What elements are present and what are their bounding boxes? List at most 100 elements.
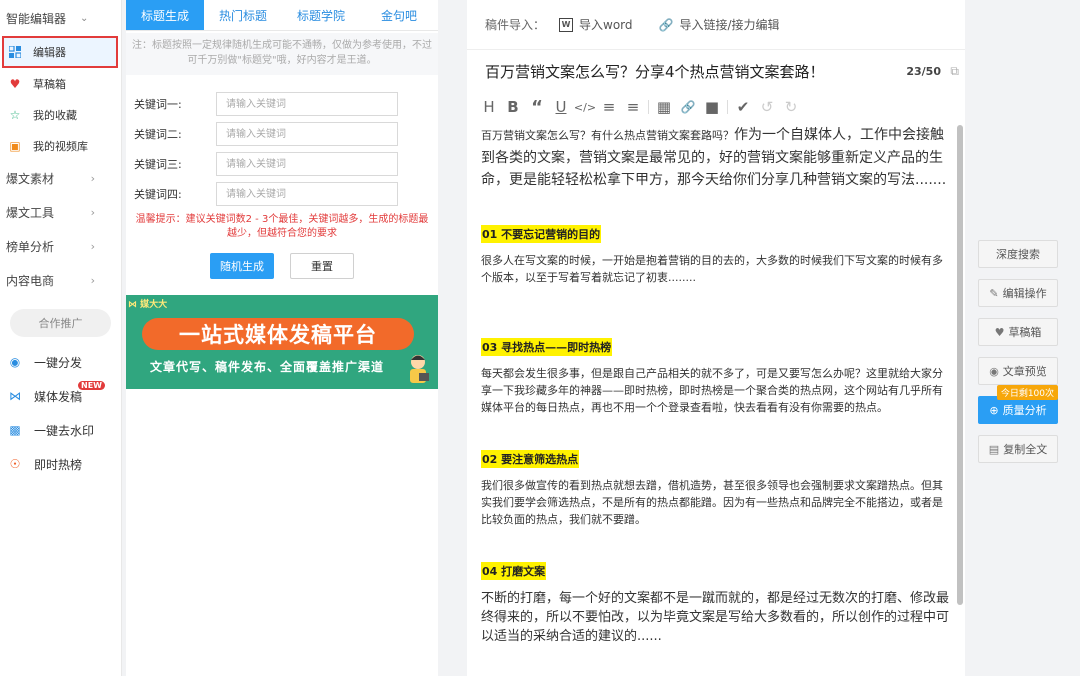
section-heading: 02 要注意筛选热点: [481, 450, 580, 468]
quote-button[interactable]: “: [525, 95, 549, 119]
draft-icon: ♥: [9, 76, 21, 91]
hot-icon: ☉: [9, 457, 21, 471]
sidebar-item-editor[interactable]: 编辑器: [2, 36, 118, 68]
quality-analysis-button[interactable]: ⊕ 质量分析: [978, 396, 1058, 424]
drafts-button[interactable]: ♥ 草稿箱: [978, 318, 1058, 346]
toolbar-divider: [648, 100, 649, 114]
banner-subline: 文章代写、稿件发布、全面覆盖推广渠道: [150, 360, 385, 374]
sidebar-item-remove-watermark[interactable]: ▩ 一键去水印: [0, 413, 121, 447]
eye-icon: ◉: [989, 364, 999, 378]
chevron-down-icon: ⌄: [80, 12, 89, 24]
plus-circle-icon: ⊕: [989, 403, 999, 417]
banner-headline: 一站式媒体发稿平台: [142, 318, 414, 350]
toolbar-divider: [727, 100, 728, 114]
reset-button[interactable]: 重置: [290, 253, 354, 279]
generator-actions: 随机生成 重置: [126, 253, 438, 279]
title-tabs: 标题生成 热门标题 标题学院 金句吧: [126, 0, 438, 31]
sidebar-item-favorites[interactable]: ☆ 我的收藏: [0, 99, 121, 130]
bold-button[interactable]: B: [501, 95, 525, 119]
editor-scrollbar[interactable]: [957, 125, 963, 605]
keyword-row: 关键词二:: [126, 119, 438, 149]
keyword-1-input[interactable]: [216, 92, 398, 116]
chevron-right-icon: ›: [90, 205, 95, 219]
deep-search-button[interactable]: 深度搜索: [978, 240, 1058, 268]
editor-toolbar: H B “ U </> ≡ ≡ ▦ 🔗 ■ ✔ ↺ ↻: [467, 92, 965, 122]
tab-title-generate[interactable]: 标题生成: [126, 0, 204, 30]
underline-button[interactable]: U: [549, 95, 573, 119]
edit-operations-button[interactable]: ✎ 编辑操作: [978, 279, 1058, 307]
sidebar-group-tools[interactable]: 爆文工具 ›: [0, 195, 121, 229]
sidebar-group-label: 榜单分析: [6, 239, 55, 254]
media-publish-banner[interactable]: ⋈ 媒大大 一站式媒体发稿平台 文章代写、稿件发布、全面覆盖推广渠道: [126, 295, 438, 389]
article-preview-button[interactable]: ◉ 文章预览: [978, 357, 1058, 385]
undo-icon[interactable]: ↺: [755, 95, 779, 119]
mascot-icon: [410, 355, 429, 383]
image-icon[interactable]: ▦: [652, 95, 676, 119]
sidebar-item-label: 编辑器: [33, 46, 66, 59]
link-icon[interactable]: 🔗: [676, 95, 700, 119]
import-word-label: 导入word: [579, 18, 633, 32]
tab-hot-titles[interactable]: 热门标题: [204, 0, 282, 30]
import-link-button[interactable]: 🔗 导入链接/接力编辑: [659, 16, 780, 33]
sidebar-item-distribute[interactable]: ◉ 一键分发: [0, 345, 121, 379]
article-body[interactable]: 百万营销文案怎么写？有什么热点营销文案套路吗？作为一个自媒体人，工作中会接触到各…: [481, 124, 951, 670]
article-title-row[interactable]: 百万营销文案怎么写？分享4个热点营销文案套路！ 23/50 ⧉: [467, 50, 965, 92]
keyword-4-input[interactable]: [216, 182, 398, 206]
heading-button[interactable]: H: [477, 95, 501, 119]
import-link-label: 导入链接/接力编辑: [679, 18, 780, 32]
sidebar-item-drafts[interactable]: ♥ 草稿箱: [0, 68, 121, 99]
tool-label: 草稿箱: [1008, 326, 1042, 339]
chevron-right-icon: ›: [90, 171, 95, 185]
keyword-2-input[interactable]: [216, 122, 398, 146]
banner-logo-icon: ⋈: [128, 300, 137, 310]
ordered-list-icon[interactable]: ≡: [597, 95, 621, 119]
copy-title-icon[interactable]: ⧉: [950, 64, 959, 79]
quality-analysis-wrap: 今日剩100次 ⊕ 质量分析: [978, 385, 1058, 424]
sidebar-group-ecommerce[interactable]: 内容电商 ›: [0, 263, 121, 297]
sidebar-group-materials[interactable]: 爆文素材 ›: [0, 161, 121, 195]
banner-logo: ⋈ 媒大大: [128, 297, 167, 310]
tab-title-academy[interactable]: 标题学院: [282, 0, 360, 30]
watermark-icon: ▩: [9, 423, 21, 437]
sidebar-header[interactable]: 智能编辑器 ⌄: [0, 0, 121, 36]
link-icon: 🔗: [658, 17, 674, 32]
random-generate-button[interactable]: 随机生成: [210, 253, 274, 279]
section-heading: 03 寻找热点——即时热榜: [481, 338, 613, 356]
keyword-tip: 温馨提示：建议关键词数2 - 3个最佳，关键词越多，生成的标题最越少，但越符合您…: [135, 214, 429, 239]
tool-label: 质量分析: [1002, 404, 1047, 417]
media-icon: ⋈: [9, 389, 21, 403]
section-body: 我们很多做宣传的看到热点就想去蹭，借机造势，甚至很多领导也会强制要求文案蹭热点。…: [481, 479, 943, 526]
title-char-count: 23/50: [906, 64, 941, 78]
sidebar-item-video-library[interactable]: ▣ 我的视频库: [0, 130, 121, 161]
section-body: 很多人在写文案的时候，一开始是抱着营销的目的去的，大多数的时候我们下写文案的时候…: [481, 254, 943, 284]
section-heading: 01 不要忘记营销的目的: [481, 225, 602, 243]
clear-format-icon[interactable]: ✔: [731, 95, 755, 119]
grid-icon: [8, 45, 22, 59]
distribute-icon: ◉: [9, 355, 21, 369]
article-title[interactable]: 百万营销文案怎么写？分享4个热点营销文案套路！: [485, 61, 825, 82]
section-body: 不断的打磨，每一个好的文案都不是一蹴而就的，都是经过无数次的打磨、修改最终得来的…: [481, 591, 950, 644]
intro-paragraph: 百万营销文案怎么写？有什么热点营销文案套路吗？作为一个自媒体人，工作中会接触到各…: [481, 124, 951, 191]
sidebar-item-media-publish[interactable]: ⋈ 媒体发稿 NEW: [0, 379, 121, 413]
sidebar-group-label: 爆文素材: [6, 171, 55, 186]
banner-logo-text: 媒大大: [140, 300, 168, 310]
video-icon[interactable]: ■: [700, 95, 724, 119]
sidebar-item-label: 我的收藏: [33, 108, 77, 122]
chevron-right-icon: ›: [90, 273, 95, 287]
sidebar-item-label: 我的视频库: [33, 139, 88, 153]
keyword-label: 关键词一:: [134, 98, 182, 111]
tab-golden-quotes[interactable]: 金句吧: [360, 0, 438, 30]
partner-section-label: 合作推广: [10, 309, 111, 337]
redo-icon[interactable]: ↻: [779, 95, 803, 119]
copy-icon: ▤: [988, 442, 1000, 456]
copy-all-button[interactable]: ▤ 复制全文: [978, 435, 1058, 463]
keyword-3-input[interactable]: [216, 152, 398, 176]
bullet-list-icon[interactable]: ≡: [621, 95, 645, 119]
sidebar-item-label: 草稿箱: [33, 77, 66, 91]
code-button[interactable]: </>: [573, 95, 597, 119]
import-word-button[interactable]: W 导入word: [559, 16, 633, 33]
sidebar-item-hot-list[interactable]: ☉ 即时热榜: [0, 447, 121, 481]
sidebar-group-rankings[interactable]: 榜单分析 ›: [0, 229, 121, 263]
remaining-count-badge: 今日剩100次: [996, 385, 1058, 400]
tool-label: 复制全文: [1003, 443, 1048, 456]
